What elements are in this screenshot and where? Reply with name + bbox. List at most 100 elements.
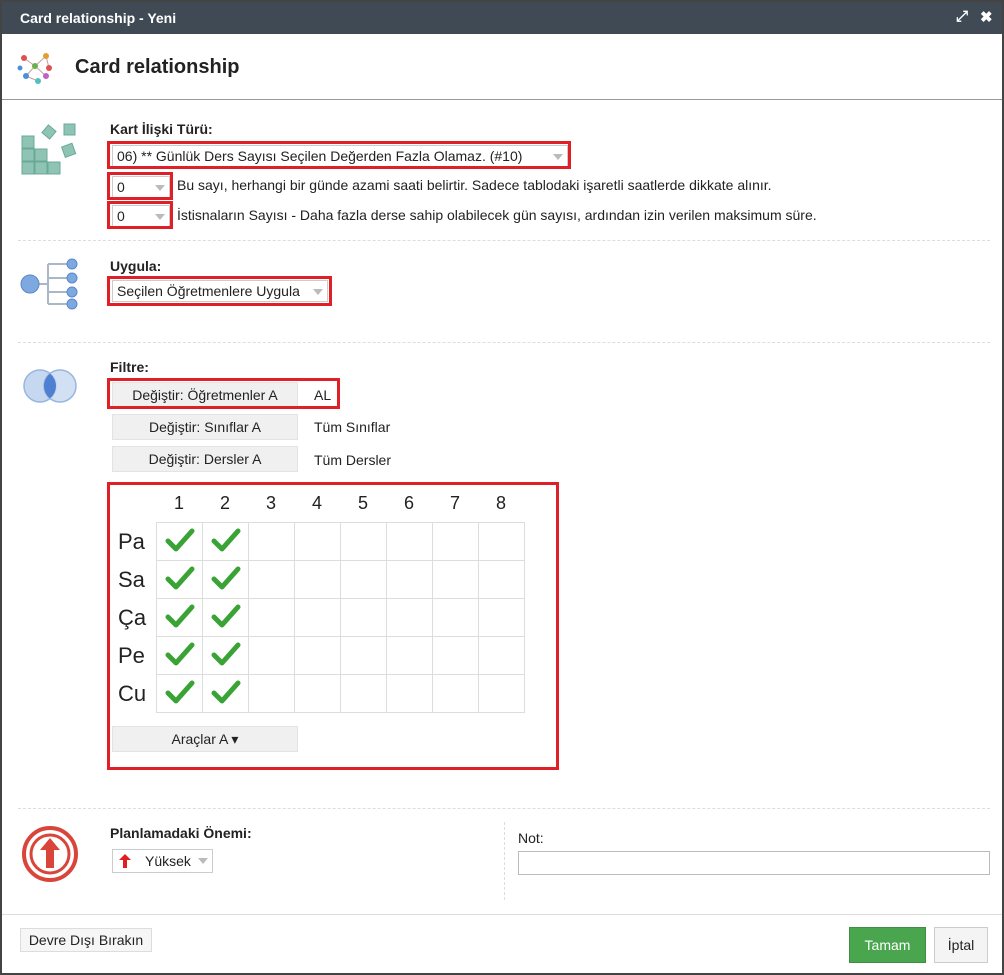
grid-column-header[interactable]: 3: [248, 493, 294, 514]
grid-cell[interactable]: [248, 598, 295, 637]
grid-column-header[interactable]: 2: [202, 493, 248, 514]
check-icon: [211, 528, 240, 552]
grid-cell[interactable]: [248, 674, 295, 713]
check-icon: [211, 642, 240, 666]
section-divider: [18, 240, 990, 241]
relationship-type-label: Kart İlişki Türü:: [110, 121, 213, 137]
grid-cell[interactable]: [432, 522, 479, 561]
grid-cell[interactable]: [432, 636, 479, 675]
grid-cell[interactable]: [248, 522, 295, 561]
grid-cell[interactable]: [386, 522, 433, 561]
grid-cell[interactable]: [478, 674, 525, 713]
grid-row-label[interactable]: Sa: [118, 567, 145, 593]
exceptions-description: İstisnaların Sayısı - Daha fazla derse s…: [177, 207, 817, 223]
ok-button[interactable]: Tamam: [849, 927, 926, 963]
highlight-box: [107, 201, 173, 229]
grid-cell[interactable]: [294, 560, 341, 599]
grid-cell[interactable]: [340, 674, 387, 713]
network-graph-icon: [17, 53, 52, 84]
grid-cell[interactable]: [386, 636, 433, 675]
grid-column-header[interactable]: 4: [294, 493, 340, 514]
grid-row-label[interactable]: Pe: [118, 643, 145, 669]
maximize-icon[interactable]: ⤢: [956, 8, 968, 25]
grid-cell[interactable]: [432, 560, 479, 599]
grid-cell[interactable]: [248, 636, 295, 675]
grid-cell[interactable]: [340, 522, 387, 561]
grid-cell[interactable]: [294, 674, 341, 713]
grid-cell[interactable]: [478, 560, 525, 599]
grid-row: [156, 598, 525, 637]
grid-cell[interactable]: [386, 598, 433, 637]
max-hours-description: Bu sayı, herhangi bir günde azami saati …: [177, 177, 772, 193]
check-icon: [165, 642, 194, 666]
grid-cell[interactable]: [156, 598, 203, 637]
importance-select[interactable]: Yüksek: [112, 849, 213, 873]
grid-cell[interactable]: [478, 636, 525, 675]
grid-cell[interactable]: [478, 598, 525, 637]
check-icon: [165, 680, 194, 704]
check-icon: [211, 680, 240, 704]
grid-cell[interactable]: [340, 636, 387, 675]
grid-cell[interactable]: [432, 598, 479, 637]
up-arrow-circle-icon: [22, 826, 78, 882]
grid-cell[interactable]: [202, 522, 249, 561]
grid-column-header[interactable]: 8: [478, 493, 524, 514]
subjects-filter-value: Tüm Dersler: [314, 452, 392, 468]
grid-column-header[interactable]: 1: [156, 493, 202, 514]
grid-cell[interactable]: [202, 636, 249, 675]
check-icon: [211, 566, 240, 590]
up-arrow-icon: [119, 854, 131, 868]
chevron-down-icon: [198, 858, 208, 864]
grid-row-label[interactable]: Ça: [118, 605, 146, 631]
title-bar[interactable]: Card relationship - Yeni ⤢ ✖: [2, 2, 1002, 34]
grid-cell[interactable]: [386, 560, 433, 599]
disable-button[interactable]: Devre Dışı Bırakın: [20, 928, 152, 952]
check-icon: [211, 604, 240, 628]
grid-cell[interactable]: [294, 636, 341, 675]
check-icon: [165, 604, 194, 628]
grid-cell[interactable]: [202, 560, 249, 599]
grid-cell[interactable]: [386, 674, 433, 713]
grid-column-header[interactable]: 5: [340, 493, 386, 514]
importance-label: Planlamadaki Önemi:: [110, 825, 252, 841]
note-input[interactable]: [518, 851, 990, 875]
grid-cell[interactable]: [156, 522, 203, 561]
grid-row-label[interactable]: Pa: [118, 529, 145, 555]
window-title: Card relationship - Yeni: [20, 10, 177, 26]
grid-row-label[interactable]: Cu: [118, 681, 146, 707]
dialog-header: Card relationship: [2, 34, 1002, 100]
grid-column-header[interactable]: 7: [432, 493, 478, 514]
highlight-box: [107, 378, 340, 409]
grid-cell[interactable]: [202, 598, 249, 637]
grid-row: [156, 636, 525, 675]
tree-branch-icon: [20, 258, 78, 310]
change-subjects-button[interactable]: Değiştir: Dersler A: [112, 446, 298, 472]
cancel-button[interactable]: İptal: [934, 927, 988, 963]
tools-dropdown-button[interactable]: Araçlar A ▾: [112, 726, 298, 752]
section-divider: [18, 808, 990, 809]
grid-cell[interactable]: [202, 674, 249, 713]
note-label: Not:: [518, 830, 544, 846]
grid-cell[interactable]: [478, 522, 525, 561]
grid-cell[interactable]: [156, 674, 203, 713]
close-icon[interactable]: ✖: [980, 8, 993, 26]
grid-cell[interactable]: [340, 598, 387, 637]
grid-cell[interactable]: [432, 674, 479, 713]
change-classes-button[interactable]: Değiştir: Sınıflar A: [112, 414, 298, 440]
section-divider: [18, 342, 990, 343]
grid-cell[interactable]: [156, 636, 203, 675]
highlight-box: [107, 141, 571, 169]
grid-cell[interactable]: [294, 522, 341, 561]
check-icon: [165, 528, 194, 552]
filter-label: Filtre:: [110, 359, 149, 375]
dialog-window: Card relationship - Yeni ⤢ ✖ Card relati…: [0, 0, 1004, 975]
blocks-icon: [21, 123, 77, 175]
grid-column-header[interactable]: 6: [386, 493, 432, 514]
grid-cell[interactable]: [294, 598, 341, 637]
grid-cell[interactable]: [340, 560, 387, 599]
grid-cell[interactable]: [248, 560, 295, 599]
grid-cell[interactable]: [156, 560, 203, 599]
check-icon: [165, 566, 194, 590]
grid-row: [156, 674, 525, 713]
timetable-grid: [156, 522, 525, 713]
